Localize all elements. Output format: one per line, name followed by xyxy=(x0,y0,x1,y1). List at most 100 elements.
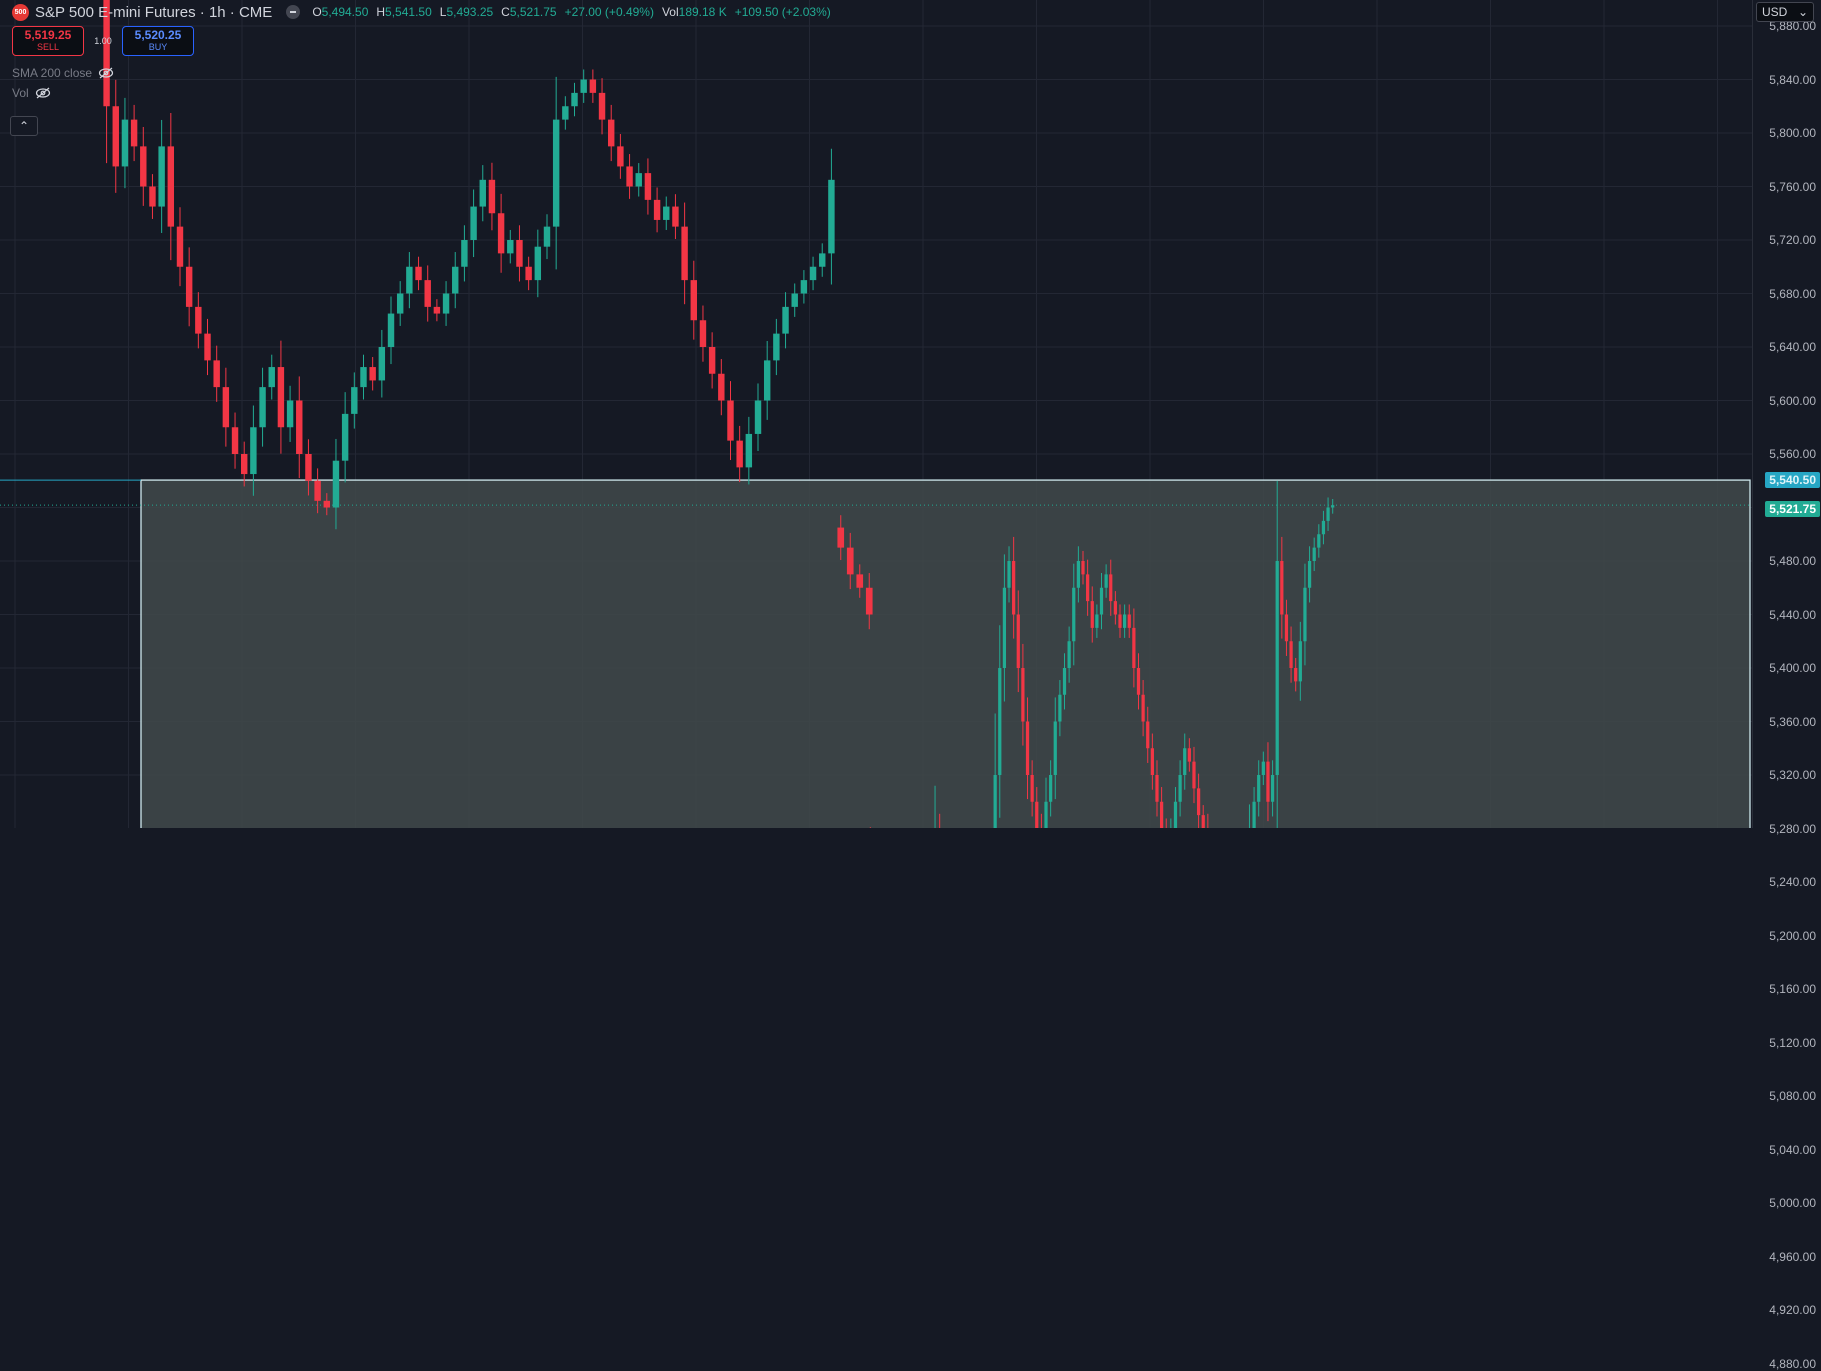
buy-button[interactable]: 5,520.25 BUY xyxy=(122,26,194,56)
price-tick-label: 5,000.00 xyxy=(1769,1196,1816,1210)
candle-up xyxy=(1007,561,1011,588)
spread-value: 1.00 xyxy=(94,36,112,46)
candle-down xyxy=(617,146,624,167)
price-scale[interactable]: 5,880.00 5,840.00 5,800.00 5,760.00 5,720.00… xyxy=(1752,0,1821,1371)
candle-down xyxy=(516,240,523,267)
price-tick-label: 5,760.00 xyxy=(1769,179,1816,194)
candle-up xyxy=(543,226,551,247)
candle-down xyxy=(488,179,496,214)
candle-down xyxy=(598,92,606,120)
price-tick-label: 5,080.00 xyxy=(1769,1089,1816,1103)
candle-down xyxy=(149,186,156,207)
candle-up xyxy=(1307,561,1312,588)
symbol-logo[interactable]: 500 xyxy=(12,3,29,21)
candle-up xyxy=(998,668,1002,775)
candle-up xyxy=(1104,574,1108,588)
candle-down xyxy=(699,320,707,347)
candle-up xyxy=(1044,801,1048,828)
candle-up xyxy=(396,293,404,314)
candle-down xyxy=(1012,561,1016,615)
price-tick-label: 5,720.00 xyxy=(1769,233,1816,247)
price-tick-label: 5,280.00 xyxy=(1769,821,1816,836)
candle-down xyxy=(167,146,175,227)
candle-down xyxy=(1280,561,1284,615)
candle-down xyxy=(525,266,532,281)
last-price-tag: 5,521.75 xyxy=(1765,501,1820,518)
eye-off-icon[interactable] xyxy=(35,87,51,99)
candle-down xyxy=(112,106,119,167)
candle-up xyxy=(571,92,578,107)
eye-off-icon[interactable] xyxy=(98,67,114,79)
chart-area[interactable] xyxy=(0,0,1752,828)
candle-up xyxy=(121,119,129,167)
candle-up xyxy=(360,367,367,388)
candle-down xyxy=(241,454,248,475)
candle-up xyxy=(1095,614,1099,628)
candle-up xyxy=(479,179,486,207)
candle-up xyxy=(452,266,459,294)
candle-down xyxy=(204,333,211,361)
price-tick-label: 5,480.00 xyxy=(1769,554,1816,568)
candle-down xyxy=(1141,694,1145,722)
candle-down xyxy=(856,574,864,588)
candle-up xyxy=(1252,801,1256,828)
price-tick-label: 5,360.00 xyxy=(1769,714,1816,729)
candle-up xyxy=(1298,641,1302,682)
candle-down xyxy=(296,400,303,454)
candle-down xyxy=(1127,614,1131,628)
collapse-legend-button[interactable]: ⌃ xyxy=(10,116,38,136)
candle-up xyxy=(1062,668,1067,695)
open-value: 5,494.50 xyxy=(321,5,369,19)
candle-down xyxy=(305,454,312,481)
price-chart[interactable] xyxy=(0,0,1752,828)
high-value: 5,541.50 xyxy=(385,5,432,19)
currency-selector[interactable]: USD ⌄ xyxy=(1756,2,1814,22)
candle-up xyxy=(461,240,468,267)
candle-down xyxy=(1289,641,1293,668)
candle-down xyxy=(1109,574,1113,602)
candle-up xyxy=(763,360,771,401)
candle-up xyxy=(1317,534,1321,548)
price-tick-label: 4,960.00 xyxy=(1769,1249,1816,1264)
buy-price: 5,520.25 xyxy=(134,28,182,43)
candle-down xyxy=(1146,721,1150,749)
candle-up xyxy=(552,119,560,227)
candle-down xyxy=(1136,668,1141,695)
candle-down xyxy=(1086,574,1090,602)
candle-down xyxy=(1090,601,1094,628)
rectangle-drawing[interactable] xyxy=(140,479,1751,828)
candle-down xyxy=(1025,721,1030,775)
candle-down xyxy=(1159,801,1164,828)
candle-down xyxy=(277,367,285,428)
sell-label: SELL xyxy=(36,41,60,52)
candle-up xyxy=(1058,694,1062,722)
candle-down xyxy=(1113,601,1117,615)
price-tick-label: 5,680.00 xyxy=(1769,286,1816,301)
candle-up xyxy=(819,253,826,267)
candle-up xyxy=(351,387,358,414)
hide-legend-icon[interactable] xyxy=(286,5,301,19)
sell-price: 5,519.25 xyxy=(24,28,72,43)
price-tick-label: 5,600.00 xyxy=(1769,393,1816,408)
candle-up xyxy=(800,280,808,294)
candle-up xyxy=(387,313,395,347)
candle-down xyxy=(1030,775,1034,802)
indicator-volume[interactable]: Vol xyxy=(12,86,51,100)
candle-up xyxy=(782,306,789,334)
candle-down xyxy=(185,266,193,307)
candle-up xyxy=(1072,587,1076,642)
candle-up xyxy=(1261,761,1265,775)
indicator-sma[interactable]: SMA 200 close xyxy=(12,66,114,80)
candle-up xyxy=(259,387,266,428)
candle-up xyxy=(580,79,587,93)
candle-down xyxy=(727,400,734,441)
price-tick-label: 5,320.00 xyxy=(1769,768,1816,782)
candle-down xyxy=(1284,614,1289,642)
sell-button[interactable]: 5,519.25 SELL xyxy=(12,26,84,56)
volume-change: +109.50 (+2.03%) xyxy=(734,5,831,19)
price-tick-label: 5,240.00 xyxy=(1769,875,1816,889)
candle-down xyxy=(369,367,376,381)
candle-down xyxy=(718,373,725,401)
symbol-title[interactable]: S&P 500 E-mini Futures · 1h · CME xyxy=(35,4,272,21)
candle-down xyxy=(1201,815,1205,828)
